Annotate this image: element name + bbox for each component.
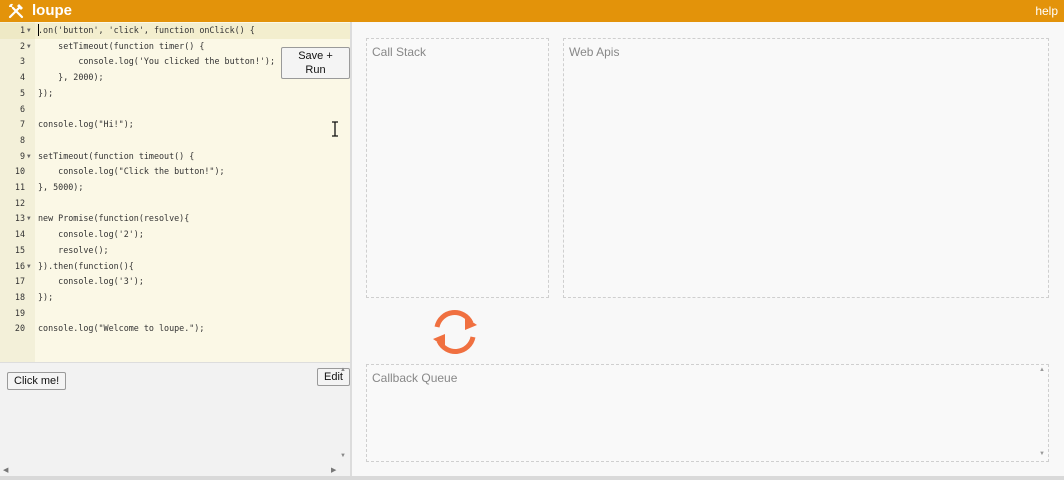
- code-text: });: [38, 87, 54, 98]
- scroll-down-icon[interactable]: ▼: [340, 453, 346, 459]
- code-line[interactable]: 19: [0, 306, 350, 322]
- scroll-up-icon[interactable]: ▲: [1039, 367, 1045, 373]
- call-stack-title: Call Stack: [372, 45, 427, 59]
- scroll-up-icon[interactable]: ▲: [340, 367, 346, 373]
- line-number: 9: [19, 150, 25, 161]
- fold-toggle-icon[interactable]: ▼: [27, 23, 31, 39]
- code-text: console.log('2');: [38, 229, 144, 240]
- line-number: 5: [19, 87, 25, 98]
- code-line[interactable]: 7 console.log("Hi!");: [0, 117, 350, 133]
- line-number: 2: [19, 40, 25, 51]
- line-number: 1: [19, 25, 25, 35]
- code-text: console.log("Hi!");: [38, 119, 134, 130]
- code-line[interactable]: 10 console.log("Click the button!");: [0, 164, 350, 180]
- line-number: 4: [19, 72, 25, 83]
- code-text: resolve();: [38, 244, 109, 255]
- fold-toggle-icon[interactable]: ▼: [27, 149, 31, 165]
- line-number: 14: [14, 229, 25, 240]
- line-number: 19: [14, 307, 25, 318]
- code-line[interactable]: 5});: [0, 86, 350, 102]
- code-text: console.log("Welcome to loupe.");: [38, 323, 205, 334]
- code-line[interactable]: 9 ▼ setTimeout(function timeout() {: [0, 149, 350, 165]
- code-text: setTimeout(function timeout() {: [38, 150, 195, 161]
- scroll-right-icon[interactable]: ▶: [331, 466, 336, 474]
- line-number: 10: [14, 166, 25, 177]
- code-line[interactable]: 18});: [0, 290, 350, 306]
- code-text: new Promise(function(resolve){: [38, 213, 190, 224]
- code-line[interactable]: 12: [0, 196, 350, 212]
- code-text: }, 5000);: [38, 182, 84, 192]
- fold-toggle-icon[interactable]: ▼: [27, 39, 31, 55]
- code-line[interactable]: 15 resolve();: [0, 243, 350, 259]
- code-line[interactable]: 17 console.log('3');: [0, 274, 350, 290]
- line-number: 3: [19, 56, 25, 67]
- help-link[interactable]: help: [1035, 4, 1058, 18]
- code-line[interactable]: 13 ▼ new Promise(function(resolve){: [0, 211, 350, 227]
- web-apis-title: Web Apis: [569, 45, 620, 59]
- pane-divider[interactable]: [350, 22, 352, 480]
- app-title: loupe: [32, 2, 72, 19]
- code-line[interactable]: 20 console.log("Welcome to loupe.");: [0, 321, 350, 337]
- refresh-cycle-icon: [433, 310, 477, 354]
- code-line[interactable]: 11 }, 5000);: [0, 180, 350, 196]
- fold-toggle-icon[interactable]: ▼: [27, 259, 31, 275]
- code-text: }).then(function(){: [38, 260, 134, 271]
- save-run-button[interactable]: Save + Run: [281, 47, 350, 79]
- crossed-tools-icon: [8, 3, 24, 19]
- line-number: 7: [19, 119, 25, 130]
- top-bar: loupe help: [0, 0, 1064, 22]
- line-number: 16: [14, 260, 25, 271]
- callback-queue-panel: Callback Queue ▲ ▼: [366, 364, 1049, 462]
- scroll-left-icon[interactable]: ◀: [3, 466, 8, 474]
- click-me-button[interactable]: Click me!: [7, 372, 67, 390]
- code-line[interactable]: 16 ▼ }).then(function(){: [0, 259, 350, 275]
- callback-queue-title: Callback Queue: [372, 371, 458, 385]
- bottom-bar: [0, 476, 1064, 480]
- line-number: 17: [14, 276, 25, 287]
- code-text: }, 2000);: [38, 72, 104, 83]
- line-number: 18: [14, 291, 25, 302]
- web-apis-panel: Web Apis: [563, 38, 1049, 298]
- line-number: 15: [14, 244, 25, 255]
- line-number: 8: [19, 134, 25, 145]
- code-line[interactable]: 14 console.log('2');: [0, 227, 350, 243]
- code-text: setTimeout(function timer() {: [38, 40, 205, 51]
- code-editor[interactable]: 1 ▼ .on('button', 'click', function onClic…: [0, 22, 350, 362]
- line-number: 20: [14, 323, 25, 334]
- code-text: console.log('3');: [38, 276, 144, 287]
- fold-toggle-icon[interactable]: ▼: [27, 211, 31, 227]
- line-number: 6: [19, 103, 25, 114]
- text-cursor: [38, 24, 39, 36]
- code-line[interactable]: 8: [0, 133, 350, 149]
- scroll-down-icon[interactable]: ▼: [1039, 451, 1045, 457]
- call-stack-panel: Call Stack: [366, 38, 549, 298]
- line-number: 12: [14, 197, 25, 208]
- line-number: 11: [14, 182, 25, 192]
- code-text: });: [38, 291, 54, 302]
- output-pane: Click me! Edit ▲ ▼ ◀ ▶: [0, 362, 350, 478]
- line-number: 13: [14, 213, 25, 224]
- code-line[interactable]: 6: [0, 102, 350, 118]
- code-text: .on('button', 'click', function onClick(…: [38, 25, 255, 35]
- code-text: console.log('You clicked the button!');: [38, 56, 275, 67]
- ibeam-cursor-icon: [332, 121, 338, 137]
- code-text: console.log("Click the button!");: [38, 166, 225, 177]
- code-line[interactable]: 1 ▼ .on('button', 'click', function onClic…: [0, 23, 350, 39]
